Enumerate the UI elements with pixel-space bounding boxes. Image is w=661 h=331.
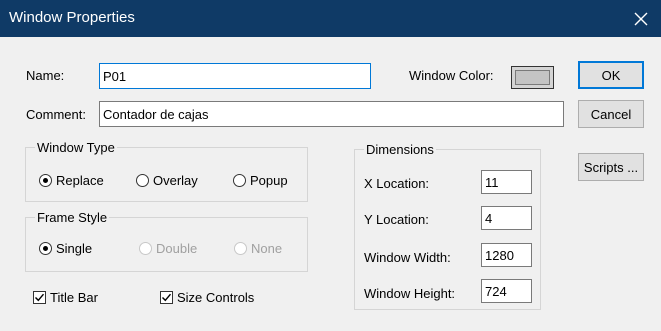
window-color-swatch[interactable] (511, 66, 554, 89)
x-location-input[interactable] (481, 170, 532, 194)
radio-selected-icon (39, 242, 52, 255)
radio-none: None (234, 241, 282, 256)
radio-disabled-icon (234, 242, 247, 255)
size-controls-label: Size Controls (177, 290, 255, 305)
x-location-label: X Location: (364, 176, 430, 191)
radio-replace-label: Replace (56, 173, 104, 188)
size-controls-checkbox[interactable]: Size Controls (160, 290, 254, 305)
y-location-label: Y Location: (364, 212, 429, 227)
radio-unselected-icon (233, 174, 246, 187)
radio-overlay[interactable]: Overlay (136, 173, 198, 188)
close-icon (634, 12, 648, 25)
window-type-group: Window Type (25, 140, 308, 202)
scripts-button[interactable]: Scripts ... (578, 153, 644, 181)
radio-popup-label: Popup (250, 173, 288, 188)
radio-double: Double (139, 241, 197, 256)
dimensions-legend: Dimensions (366, 142, 434, 157)
window-color-label: Window Color: (409, 68, 494, 83)
window-title: Window Properties (9, 9, 135, 26)
title-bar: Window Properties (0, 0, 661, 37)
frame-style-legend: Frame Style (37, 210, 108, 225)
window-height-label: Window Height: (364, 286, 456, 301)
radio-double-label: Double (156, 241, 198, 256)
close-button[interactable] (621, 0, 661, 37)
name-label: Name: (26, 68, 65, 83)
radio-single-label: Single (56, 241, 93, 256)
title-bar-label: Title Bar (50, 290, 98, 305)
y-location-input[interactable] (481, 206, 532, 230)
ok-button[interactable]: OK (578, 61, 644, 89)
comment-label: Comment: (26, 107, 86, 122)
comment-input[interactable] (99, 101, 564, 127)
radio-replace[interactable]: Replace (39, 173, 104, 188)
window-type-legend: Window Type (37, 140, 115, 155)
checkbox-checked-icon (160, 291, 173, 304)
radio-unselected-icon (136, 174, 149, 187)
radio-disabled-icon (139, 242, 152, 255)
title-bar-checkbox[interactable]: Title Bar (33, 290, 98, 305)
cancel-button[interactable]: Cancel (578, 100, 644, 128)
window-height-input[interactable] (481, 279, 532, 303)
checkbox-checked-icon (33, 291, 46, 304)
window-width-label: Window Width: (364, 250, 451, 265)
name-input[interactable] (99, 63, 371, 89)
radio-popup[interactable]: Popup (233, 173, 288, 188)
radio-overlay-label: Overlay (153, 173, 198, 188)
radio-none-label: None (251, 241, 283, 256)
window-width-input[interactable] (481, 243, 532, 267)
radio-single[interactable]: Single (39, 241, 92, 256)
radio-selected-icon (39, 174, 52, 187)
